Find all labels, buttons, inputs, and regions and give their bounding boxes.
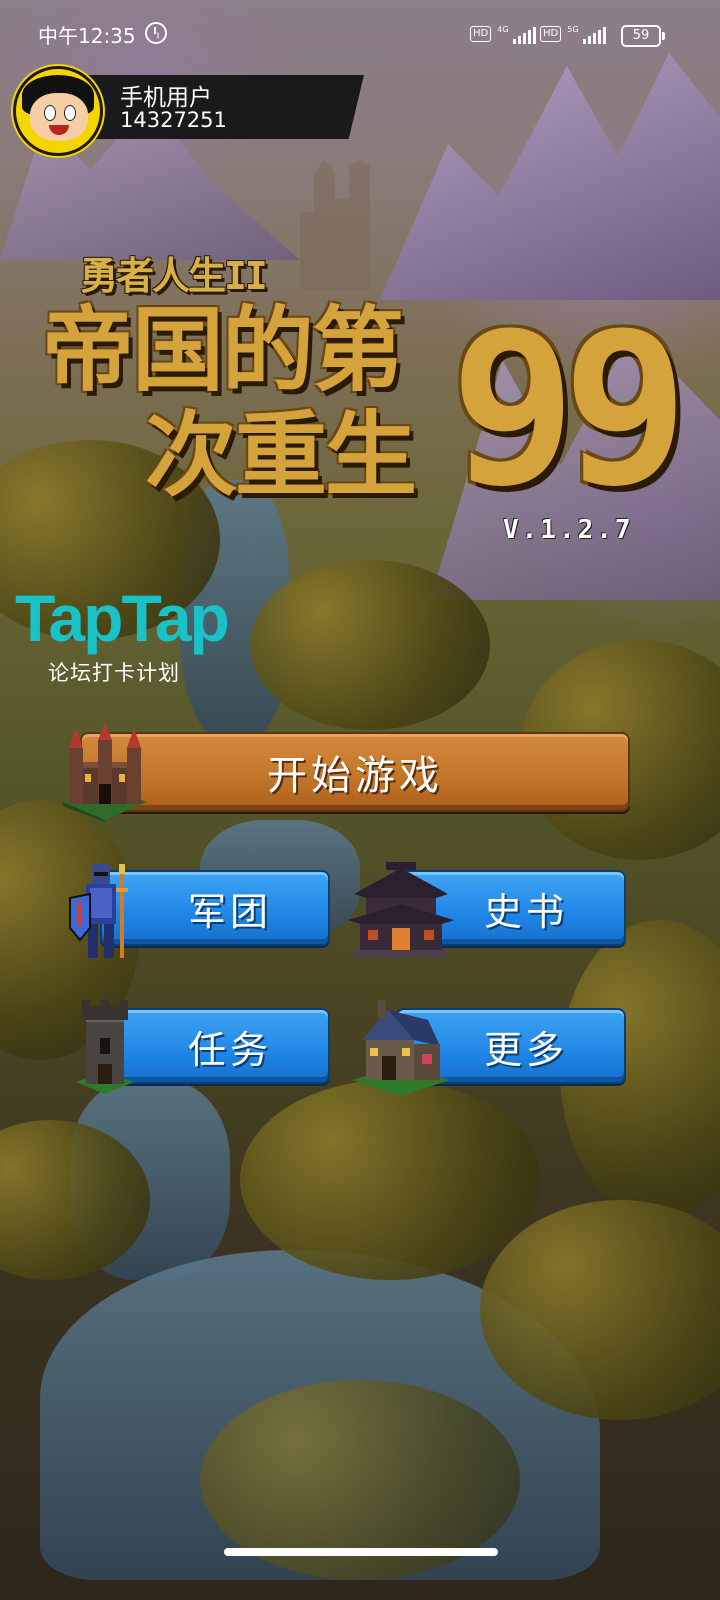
user-id: 14327251 — [120, 108, 227, 132]
network-type-2: 5G — [567, 25, 579, 34]
signal-icon-2: HD 5G — [540, 24, 606, 44]
network-type-1: 4G — [497, 25, 509, 34]
game-title-line-2: 次重生 — [145, 402, 417, 509]
status-bar: 中午12:35 HD 4G HD 5G 59 — [0, 0, 720, 70]
version-label: V.1.2.7 — [503, 515, 634, 545]
tower-icon — [76, 1000, 134, 1094]
knight-icon — [69, 864, 128, 958]
house-icon — [352, 1000, 450, 1096]
taptap-logo[interactable]: TapTap — [15, 585, 230, 651]
avatar[interactable] — [13, 66, 103, 156]
home-indicator[interactable] — [224, 1548, 498, 1556]
game-subtitle: 勇者人生II — [80, 254, 268, 298]
alarm-icon — [145, 22, 167, 44]
taptap-forum-checkin[interactable]: 论坛打卡计划 — [48, 657, 180, 687]
user-name: 手机用户 — [120, 85, 212, 111]
battery-icon: 59 — [621, 25, 665, 47]
game-title-line-1: 帝国的第 — [42, 297, 404, 404]
hd-badge-2: HD — [540, 26, 562, 42]
game-title-number: 99 — [450, 287, 689, 532]
hd-badge: HD — [470, 26, 492, 42]
signal-icon: HD 4G — [470, 24, 536, 44]
status-time: 中午12:35 — [38, 24, 136, 48]
start-game-button[interactable]: 开始游戏 — [80, 732, 630, 812]
temple-icon — [348, 862, 454, 958]
castle-icon — [63, 722, 147, 822]
